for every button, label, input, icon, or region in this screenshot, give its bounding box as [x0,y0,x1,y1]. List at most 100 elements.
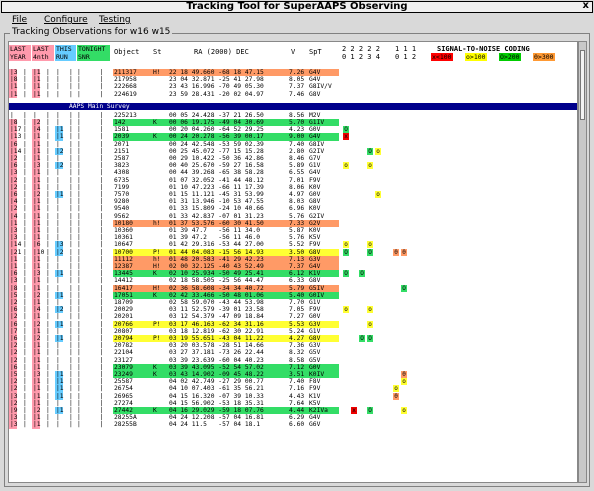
snr-mark: o [343,162,349,170]
table-row[interactable]: |6 | |4 | |2 | | | 20029 03 11 52.579 -39 01 23.… [9,306,577,314]
cell-snr: | | [77,335,104,342]
table-row[interactable]: |3 | |1 | | | | | 10360 01 39 47.7 -56 11 34.0 5.… [9,227,577,235]
cell-tr: | [56,183,60,191]
cell-rd: 01 33 15.809 -24 10 40.66 [169,205,264,213]
cell-rd: 04 24 12.208 -57 04 16.81 [169,414,264,422]
table-row[interactable]: |6 | |3 | |2 | | | 3823 00 40 25.670 -59 27 16.5… [9,162,577,170]
menu-configure[interactable]: Configure [44,15,88,25]
table-row[interactable]: |3 | |1 | | | | | 14412 02 18 58.505 -25 56 44.4… [9,277,577,285]
cell-v: 7.40 [289,140,305,148]
table-row[interactable]: |3 | |1 | | | | | 211317 H! 22 18 49.660 -68 18 4… [9,69,577,77]
table-row[interactable]: |14 | |6 | |3 | | | 10647 01 42 29.316 -53 44 27… [9,241,577,249]
table-row[interactable]: |7 | |1 | | | | | 20807 03 18 12.819 -62 30 22.9… [9,327,577,335]
menu-testing[interactable]: Testing [99,15,131,25]
cell-v: 5.53 [289,320,305,328]
table-row[interactable]: |1 | |1 | | | | | 222668 23 43 16.996 -70 49 05.… [9,83,577,91]
table-row[interactable]: |17 | |4 | |1 | | | 1581 00 20 04.260 -64 52 29.… [9,126,577,134]
table-row[interactable]: |8 | |2 | | | | | 142 K 00 06 19.175 -49 04 30.69… [9,119,577,127]
table-row[interactable]: |1 | |1 | | | | | 12387 H! 02 00 32.125 -40 43 52… [9,263,577,271]
table-row[interactable]: |2 | |1 | | | | | 7199 01 10 47.223 -66 11 17.39… [9,183,577,191]
table-row[interactable]: |13 | |1 | |1 | | | 2039 K 00 24 20.278 -56 39 00… [9,133,577,141]
cell-obj: 13445 [114,270,133,278]
cell-snr: | | [77,183,104,191]
cell-v: 6.12 [289,270,305,278]
header-tonight-snr: TONIGHT SNR [77,45,110,61]
table-row[interactable]: |2 | |1 | | | | | 20782 03 20 03.578 -28 51 14.6… [9,342,577,350]
table-row[interactable]: |6 | |1 | | | | | 23079 K 03 39 43.095 -52 54 57.… [9,363,577,371]
table-row[interactable]: |6 | |3 | |1 | | | 13445 K 02 10 25.934 -50 49 25… [9,270,577,278]
table-row[interactable]: |6 | |2 | |1 | | | 20766 P! 03 17 46.163 -62 34 3… [9,320,577,328]
table-row[interactable]: |2 | |1 | | | | | 18709 02 58 59.070 -43 44 53.9… [9,299,577,307]
cell-spt: K5V [309,234,321,242]
table-row[interactable]: |2 | |1 | | | | | 27274 04 15 56.902 -53 18 35.3… [9,399,577,407]
table-row[interactable]: |3 | |1 | | | | | 28255A 04 24 12.208 -57 04 16.… [9,414,577,422]
table-row[interactable]: |2 | |1 | | | | | 22104 03 27 37.181 -73 26 22.4… [9,349,577,357]
cell-rd: 01 15 11.121 -45 31 53.99 [169,191,264,198]
table-row[interactable]: |6 | |1 | | | | | 2071 00 24 42.548 -53 59 02.39… [9,140,577,148]
table-row[interactable]: |2 | |1 | | | | | 6735 01 07 32.052 -41 44 48.12… [9,176,577,184]
cell-tr: | [56,313,60,321]
snr-mark: x [351,407,357,414]
table-row[interactable]: |2 | |1 | | | | | 20201 03 12 54.379 -47 09 18.8… [9,313,577,321]
table-row[interactable]: |1 | |1 | | | | | 10180 h! 01 37 53.576 -60 30 41… [9,219,577,227]
menu-file[interactable]: File [12,15,27,25]
cell-ly: |2 [10,183,18,191]
cell-l4: |1 [33,176,41,184]
table-row[interactable]: |8 | |1 | | | | | 16417 H! 02 36 58.608 -34 34 40… [9,284,577,292]
table-row[interactable]: |2 | |1 | | | | | 23127 03 39 23.639 -60 04 40.2… [9,356,577,364]
cell-obj: 12387 [114,263,133,270]
snr-code-lt100: x<100 [431,53,453,61]
table-row[interactable]: |6 | |2 | |1 | | | 7570 01 15 11.121 -45 31 53.9… [9,191,577,199]
table-row[interactable]: |14 | |1 | |2 | | | 2151 00 25 45.072 -77 15 15.… [9,147,577,155]
table-row[interactable]: |2 | |1 | | | | | 2587 00 29 10.422 -50 36 42.86… [9,155,577,163]
cell-v: 7.12 [289,363,305,371]
table-row[interactable]: |6 | |2 | |1 | | | 20794 P! 03 19 55.651 -43 04 1… [9,335,577,343]
table-row[interactable]: |5 | |2 | |1 | | | 17051 K 02 42 33.466 -50 48 01… [9,291,577,299]
cell-spt: K0V [309,227,321,234]
cell-v: 7.37 [289,83,305,91]
cell-l4: |4 [33,306,41,314]
cell-v: 7.16 [289,385,305,393]
table-row[interactable]: | | | | | | | | 225213 00 05 24.428 -37 21 26.50… [9,112,577,119]
cell-st: P! [153,335,161,342]
table-row[interactable]: |9 | |2 | |1 | | | 27442 K 04 16 29.029 -59 18 07… [9,407,577,415]
table-row[interactable]: |3 | |1 | | | | | 4308 00 44 39.268 -65 38 58.28… [9,169,577,177]
table-row[interactable]: |5 | |3 | |1 | | | 23249 K 03 43 14.902 -09 45 48… [9,371,577,379]
cell-tr: | [56,414,60,422]
table-row[interactable]: |8 | |1 | | | | | 217958 23 04 32.871 -25 41 27.… [9,76,577,84]
table-row[interactable]: |3 | |1 | | | | | 10361 01 39 47.2 -56 11 46.0 5.… [9,234,577,242]
cell-divider: | [69,169,73,177]
snr-code-gt200: O>200 [499,53,521,61]
cell-snr: | | [77,327,104,335]
cell-spt: G5V [309,356,321,364]
cell-st: P! [153,248,161,256]
cell-snr: | | [77,176,104,184]
table-row[interactable]: |21 | |10 | |2 | | | 10700 P! 01 44 04.083 -15 56… [9,248,577,256]
cell-tr: | [56,76,60,84]
table-row[interactable]: |2 | |1 | | | | | 9540 01 33 15.809 -24 10 40.66… [9,205,577,213]
cell-ly: |2 [10,155,18,162]
scrollbar-thumb[interactable] [580,50,585,120]
cell-tr: |1 [56,291,64,299]
snr-mark: O [367,147,373,155]
cell-ly: |1 [10,219,18,227]
cell-divider: | [23,371,27,378]
cell-snr: | | [77,414,104,422]
vertical-scrollbar[interactable] [578,41,587,483]
table-row[interactable]: |3 | |1 | |1 | | | 26965 04 15 16.320 -07 39 10.… [9,392,577,400]
table-row[interactable]: |3 | |1 | | | | | 28255B 04 24 11.5 -57 04 18.1 6… [9,421,577,429]
observations-table[interactable]: LAST YEAR LAST 4nth THIS RUN TONIGHT SNR Obj… [8,41,578,483]
cell-st: K [153,363,157,371]
cell-snr: | | [77,320,104,328]
table-row[interactable]: |2 | |1 | |1 | | | 25587 04 02 42.749 -27 29 00.… [9,378,577,386]
cell-obj: 9562 [114,212,130,220]
table-row[interactable]: |1 | |1 | | | | | 224619 23 59 28.431 -20 02 04.… [9,90,577,98]
table-row[interactable]: |4 | |1 | | | | | 9562 01 33 42.837 -07 01 31.23… [9,212,577,220]
table-row[interactable]: |1 | |1 | | | | | 11112 h! 01 48 20.583 -41 29 42… [9,255,577,263]
cell-tr: | [56,219,60,227]
table-row[interactable]: |2 | |1 | |1 | | | 26754 04 10 07.403 -61 35 56.… [9,385,577,393]
cell-l4: |1 [33,255,41,263]
table-row[interactable]: |4 | |1 | | | | | 9280 01 31 13.946 -10 53 47.55… [9,198,577,206]
close-icon[interactable]: x [583,0,589,11]
cell-divider: | [69,263,73,270]
